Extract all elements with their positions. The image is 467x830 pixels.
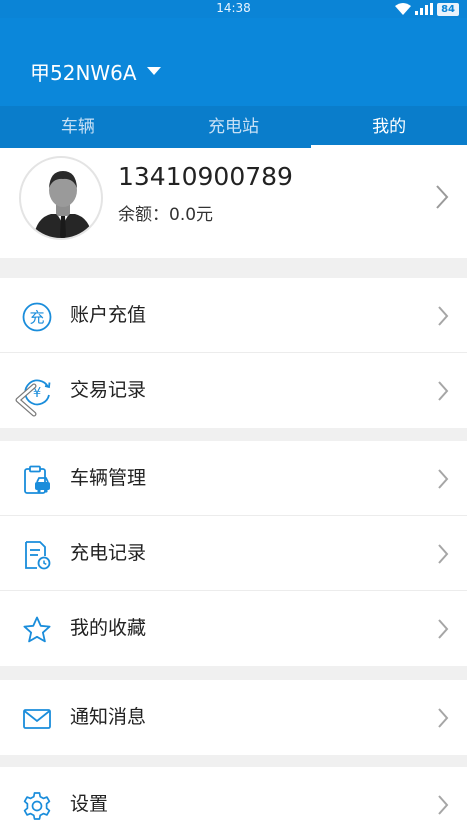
vehicle-selector[interactable]: 甲52NW6A: [30, 58, 161, 85]
menu-item-account-recharge[interactable]: 充 账户充值: [0, 278, 467, 353]
menu-item-vehicle-management[interactable]: 车辆管理: [0, 441, 467, 516]
chevron-right-icon: [438, 306, 449, 326]
plate-number: 甲52NW6A: [30, 60, 137, 85]
menu-item-transactions[interactable]: ¥ 交易记录: [0, 353, 467, 428]
tab-mine[interactable]: 我的: [311, 106, 467, 148]
menu-group-account: 充 账户充值 ¥ 交易记录: [0, 278, 467, 428]
chevron-right-icon: [438, 381, 449, 401]
phone-number: 13410900789: [118, 162, 293, 191]
menu-group-vehicle: 车辆管理 充电记录 我的收藏: [0, 441, 467, 666]
menu-item-label: 通知消息: [70, 706, 147, 728]
signal-icon: [415, 3, 434, 15]
app-header: 甲52NW6A: [0, 18, 467, 106]
person-silhouette-icon: [33, 171, 93, 238]
chevron-right-icon: [438, 619, 449, 639]
chevron-right-icon: [438, 708, 449, 728]
battery-icon: 84: [437, 2, 459, 16]
menu-item-label: 车辆管理: [70, 467, 147, 489]
wifi-icon: [395, 3, 412, 15]
menu-item-label: 交易记录: [70, 379, 147, 401]
menu-item-settings[interactable]: 设置: [0, 767, 467, 830]
star-icon: [23, 616, 51, 643]
document-clock-icon: [25, 541, 51, 570]
gear-icon: [23, 792, 51, 820]
back-gesture-chevron-icon[interactable]: [12, 382, 44, 418]
avatar: [19, 156, 103, 240]
status-bar: 14:38 84: [0, 0, 467, 18]
tab-bar: 车辆 充电站 我的: [0, 106, 467, 148]
svg-text:充: 充: [29, 309, 44, 327]
menu-item-label: 充电记录: [70, 542, 147, 564]
chevron-right-icon: [436, 185, 449, 209]
menu-item-label: 设置: [70, 793, 109, 815]
menu-group-settings: 设置: [0, 767, 467, 830]
chevron-right-icon: [438, 795, 449, 815]
chevron-right-icon: [438, 544, 449, 564]
tab-vehicle[interactable]: 车辆: [0, 106, 156, 148]
chevron-right-icon: [438, 469, 449, 489]
profile-card[interactable]: 13410900789 余额：0.0元: [0, 148, 467, 258]
status-icons: 84: [395, 2, 459, 16]
menu-item-label: 账户充值: [70, 304, 147, 326]
menu-item-label: 我的收藏: [70, 617, 147, 639]
menu-item-notifications[interactable]: 通知消息: [0, 680, 467, 755]
menu-group-notifications: 通知消息: [0, 680, 467, 755]
menu-item-favorites[interactable]: 我的收藏: [0, 591, 467, 666]
recharge-icon: 充: [22, 302, 52, 332]
clipboard-car-icon: [24, 465, 50, 494]
account-balance: 余额：0.0元: [118, 205, 214, 225]
caret-down-icon: [146, 67, 161, 75]
tab-charging-station[interactable]: 充电站: [156, 106, 312, 148]
menu-item-charging-records[interactable]: 充电记录: [0, 516, 467, 591]
envelope-icon: [23, 709, 51, 729]
